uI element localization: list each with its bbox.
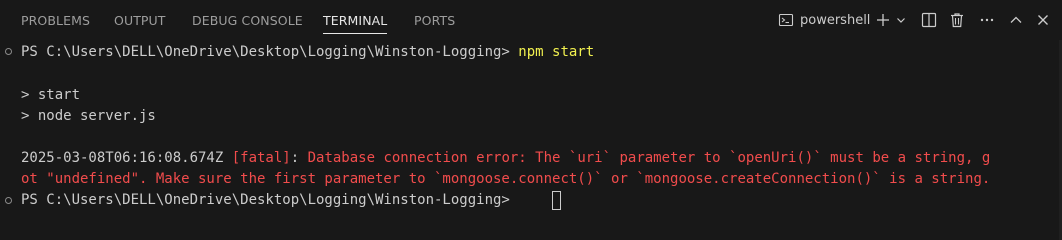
- terminal-line-error-2: ot "undefined". Make sure the first para…: [21, 169, 990, 190]
- tab-terminal[interactable]: TERMINAL: [323, 12, 388, 34]
- terminal-output[interactable]: PS C:\Users\DELL\OneDrive\Desktop\Loggin…: [0, 40, 1062, 240]
- error-level: [fatal]: [231, 150, 291, 166]
- tab-problems[interactable]: PROBLEMS: [21, 12, 90, 30]
- command-text: npm start: [518, 44, 595, 60]
- error-message-1: Database connection error: The `uri` par…: [307, 150, 991, 166]
- new-terminal-button[interactable]: [874, 8, 892, 32]
- prompt-text: PS C:\Users\DELL\OneDrive\Desktop\Loggin…: [21, 44, 519, 60]
- terminal-cursor: [552, 191, 561, 210]
- split-terminal-button[interactable]: [918, 8, 940, 32]
- terminal-line-prompt-2: PS C:\Users\DELL\OneDrive\Desktop\Loggin…: [21, 190, 518, 211]
- close-panel-button[interactable]: [1032, 8, 1054, 32]
- terminal-icon: [778, 12, 794, 28]
- terminal-line-start: > start: [21, 87, 81, 103]
- chevron-down-icon: [895, 14, 907, 26]
- tab-debug-console[interactable]: DEBUG CONSOLE: [192, 12, 303, 30]
- trash-icon: [949, 12, 965, 28]
- terminal-line-node: > node server.js: [21, 108, 156, 124]
- chevron-up-icon: [1008, 12, 1024, 28]
- shell-label: powershell: [800, 12, 871, 28]
- split-icon: [921, 12, 937, 28]
- error-colon: :: [290, 150, 308, 166]
- terminal-panel: PROBLEMS OUTPUT DEBUG CONSOLE TERMINAL P…: [0, 0, 1062, 240]
- shell-selector-button[interactable]: powershell: [778, 8, 888, 32]
- terminal-line-error-1: 2025-03-08T06:16:08.674Z [fatal]: Databa…: [21, 148, 990, 169]
- prompt-text: PS C:\Users\DELL\OneDrive\Desktop\Loggin…: [21, 192, 519, 208]
- command-decoration-icon[interactable]: [5, 197, 12, 204]
- ellipsis-icon: [979, 12, 995, 28]
- terminal-launch-profile-button[interactable]: [894, 8, 908, 32]
- error-message-2: ot "undefined". Make sure the first para…: [21, 171, 991, 187]
- panel-tab-bar: PROBLEMS OUTPUT DEBUG CONSOLE TERMINAL P…: [0, 0, 1062, 40]
- close-icon: [1035, 12, 1051, 28]
- maximize-panel-button[interactable]: [1005, 8, 1027, 32]
- more-actions-button[interactable]: [976, 8, 998, 32]
- kill-terminal-button[interactable]: [946, 8, 968, 32]
- plus-icon: [875, 12, 891, 28]
- tab-output[interactable]: OUTPUT: [114, 12, 166, 30]
- error-timestamp: 2025-03-08T06:16:08.674Z: [21, 150, 232, 166]
- terminal-line-prompt-1: PS C:\Users\DELL\OneDrive\Desktop\Loggin…: [21, 42, 594, 63]
- panel-actions: powershell: [770, 8, 1062, 32]
- tab-ports[interactable]: PORTS: [414, 12, 455, 30]
- command-decoration-icon[interactable]: [5, 48, 12, 55]
